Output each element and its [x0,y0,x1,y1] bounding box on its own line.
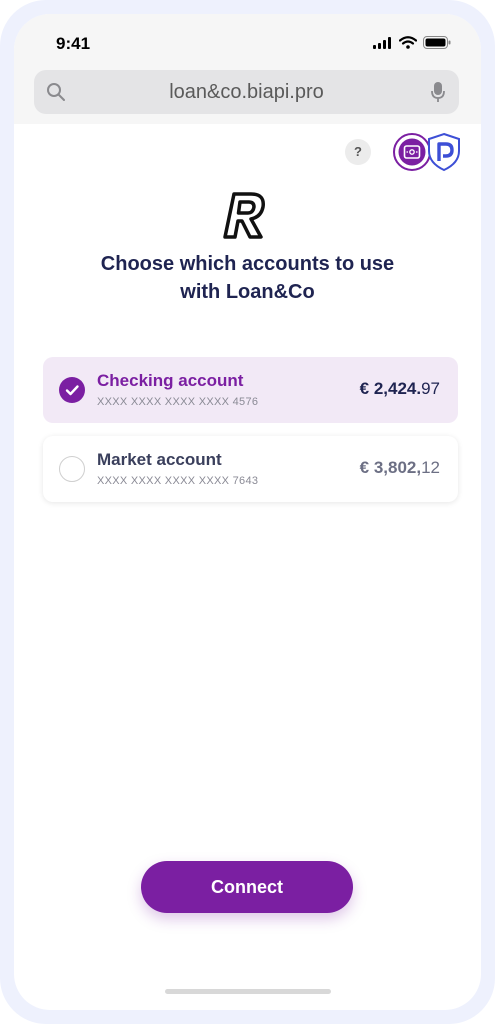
title-line-2: with Loan&Co [180,281,315,303]
checkbox-unchecked[interactable] [59,456,85,482]
status-icons [373,36,451,49]
screen: 9:41 loan&co.biapi.pro ? Choose which ac… [14,14,481,1010]
page-title: Choose which accounts to use with Loan&C… [14,250,481,306]
account-option-checking[interactable]: Checking account XXXX XXXX XXXX XXXX 457… [43,357,458,423]
battery-icon [423,36,451,49]
account-number: XXXX XXXX XXXX XXXX 7643 [97,475,259,487]
balance-currency: € [359,458,370,477]
balance-integer: 2,424. [373,379,422,398]
connect-button[interactable]: Connect [141,861,353,913]
account-balance: € 3,802,12 [360,458,440,478]
url-bar[interactable]: loan&co.biapi.pro [34,70,459,114]
shield-p-icon [428,132,460,172]
checkmark-icon [65,385,79,396]
account-number: XXXX XXXX XXXX XXXX 4576 [97,396,259,408]
help-button[interactable]: ? [345,139,371,165]
url-text: loan&co.biapi.pro [169,81,324,103]
brand-logo [223,192,265,239]
microphone-icon[interactable] [431,81,445,103]
home-indicator[interactable] [165,989,331,994]
account-name: Market account [97,450,222,469]
account-option-market[interactable]: Market account XXXX XXXX XXXX XXXX 7643 … [43,436,458,502]
checkbox-checked[interactable] [59,377,85,403]
signal-icon [373,36,391,49]
wifi-icon [399,36,417,49]
title-line-1: Choose which accounts to use [100,253,395,275]
balance-currency: € [359,379,370,398]
phone-frame: 9:41 loan&co.biapi.pro ? Choose which ac… [0,0,495,1024]
balance-integer: 3,802, [373,458,422,477]
status-time: 9:41 [56,34,91,53]
browser-chrome: 9:41 loan&co.biapi.pro [14,14,481,124]
balance-decimal: 97 [421,379,440,398]
balance-decimal: 12 [421,458,440,477]
account-balance: € 2,424.97 [360,379,440,399]
account-name: Checking account [97,371,244,390]
